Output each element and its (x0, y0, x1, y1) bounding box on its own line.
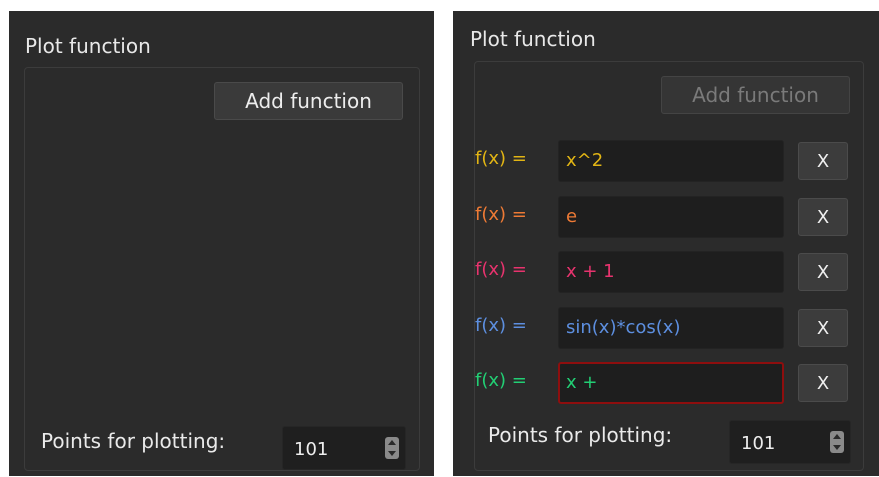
chevron-up-icon[interactable] (833, 434, 841, 439)
function-label: f(x) = (475, 148, 527, 169)
spinbox-arrows[interactable] (830, 431, 844, 453)
function-row: f(x) = sin(x)*cos(x) X (475, 307, 855, 349)
points-spinbox[interactable]: 101 (282, 426, 406, 470)
function-label: f(x) = (475, 259, 527, 280)
function-groupbox (24, 67, 420, 471)
function-row: f(x) = x^2 X (475, 140, 855, 182)
function-label: f(x) = (475, 315, 527, 336)
remove-function-button[interactable]: X (798, 198, 848, 236)
plot-function-panel-filled: Plot function Add function f(x) = x^2 X … (453, 11, 879, 476)
remove-function-button[interactable]: X (798, 142, 848, 180)
points-label: Points for plotting: (488, 423, 673, 447)
function-label: f(x) = (475, 204, 527, 225)
function-input[interactable]: x^2 (558, 140, 784, 182)
function-row: f(x) = x + X (475, 362, 855, 404)
spinbox-arrows[interactable] (385, 437, 399, 459)
points-spinbox[interactable]: 101 (729, 420, 851, 464)
remove-function-button[interactable]: X (798, 364, 848, 402)
points-label: Points for plotting: (41, 429, 226, 453)
points-value[interactable]: 101 (294, 439, 328, 460)
chevron-down-icon[interactable] (833, 445, 841, 450)
function-label: f(x) = (475, 370, 527, 391)
points-value[interactable]: 101 (741, 433, 775, 454)
remove-function-button[interactable]: X (798, 253, 848, 291)
function-input-invalid[interactable]: x + (558, 362, 784, 404)
function-row: f(x) = x + 1 X (475, 251, 855, 293)
remove-function-button[interactable]: X (798, 309, 848, 347)
chevron-up-icon[interactable] (388, 440, 396, 445)
function-input[interactable]: e (558, 196, 784, 238)
panel-title: Plot function (470, 27, 596, 51)
add-function-button[interactable]: Add function (214, 82, 403, 120)
function-input[interactable]: sin(x)*cos(x) (558, 307, 784, 349)
add-function-button[interactable]: Add function (661, 76, 850, 114)
function-row: f(x) = e X (475, 196, 855, 238)
chevron-down-icon[interactable] (388, 451, 396, 456)
function-input[interactable]: x + 1 (558, 251, 784, 293)
plot-function-panel-empty: Plot function Add function Points for pl… (9, 11, 434, 476)
panel-title: Plot function (25, 34, 151, 58)
